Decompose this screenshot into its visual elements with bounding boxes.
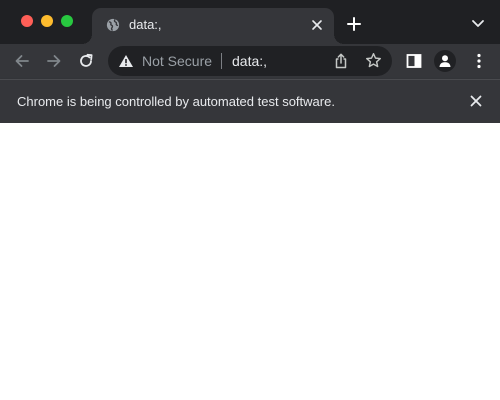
tab-strip: data:, bbox=[0, 0, 500, 44]
side-panel-icon[interactable] bbox=[406, 53, 422, 69]
person-icon bbox=[439, 55, 451, 67]
browser-window: data:, Not Secure data:, Chrome is being… bbox=[0, 0, 500, 400]
window-minimize-button[interactable] bbox=[41, 15, 53, 27]
star-icon[interactable] bbox=[365, 52, 382, 69]
page-content bbox=[0, 123, 500, 400]
warning-icon[interactable] bbox=[118, 54, 134, 68]
window-close-button[interactable] bbox=[21, 15, 33, 27]
profile-button[interactable] bbox=[434, 50, 456, 72]
address-bar[interactable]: Not Secure data:, bbox=[108, 46, 392, 76]
toolbar: Not Secure data:, bbox=[0, 44, 500, 79]
plus-icon[interactable] bbox=[346, 16, 362, 32]
automation-infobar: Chrome is being controlled by automated … bbox=[0, 79, 500, 123]
kebab-menu-icon[interactable] bbox=[471, 53, 487, 69]
chevron-down-icon[interactable] bbox=[471, 19, 485, 29]
share-icon[interactable] bbox=[334, 53, 348, 69]
close-icon[interactable] bbox=[310, 18, 324, 32]
url-text[interactable]: data:, bbox=[232, 53, 267, 69]
tab-title: data:, bbox=[129, 17, 162, 32]
reload-icon[interactable] bbox=[77, 52, 95, 70]
globe-icon bbox=[106, 18, 120, 32]
security-label[interactable]: Not Secure bbox=[142, 53, 212, 69]
close-icon[interactable] bbox=[470, 95, 482, 107]
tab-active[interactable]: data:, bbox=[82, 8, 344, 44]
arrow-right-icon[interactable] bbox=[45, 52, 63, 70]
arrow-left-icon[interactable] bbox=[13, 52, 31, 70]
window-zoom-button[interactable] bbox=[61, 15, 73, 27]
omnibox-divider bbox=[221, 53, 222, 69]
infobar-message: Chrome is being controlled by automated … bbox=[17, 94, 335, 109]
